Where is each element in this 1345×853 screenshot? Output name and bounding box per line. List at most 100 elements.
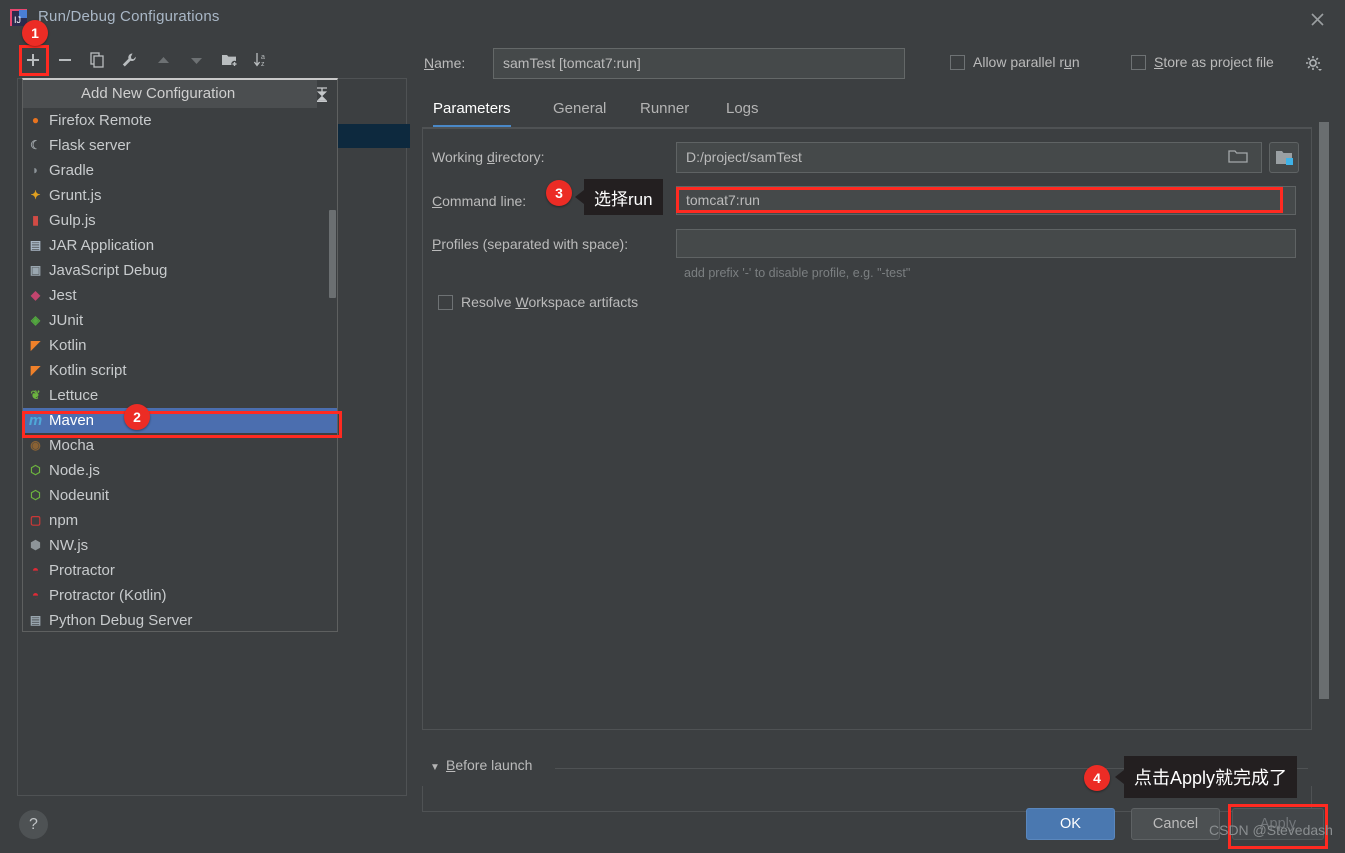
svg-text:IJ: IJ xyxy=(14,15,21,25)
folder-add-icon[interactable] xyxy=(214,45,244,75)
config-type-item[interactable]: ▮ Gulp.js xyxy=(23,208,337,233)
content-scrollbar-thumb[interactable] xyxy=(1319,122,1329,699)
lettuce-icon: ❦ xyxy=(30,388,41,402)
store-as-project-file-checkbox[interactable]: Store as project file xyxy=(1131,54,1274,70)
config-type-item[interactable]: ⬡ Nodeunit xyxy=(23,483,337,508)
resolve-workspace-artifacts-label: Resolve Workspace artifacts xyxy=(461,294,639,310)
jest-icon: ◆ xyxy=(30,288,41,302)
config-type-label: Mocha xyxy=(49,437,95,454)
popup-title: Add New Configuration xyxy=(81,85,236,102)
flask-icon: ☾ xyxy=(30,138,41,152)
settings-tabs: Parameters General Runner Logs xyxy=(422,96,1312,128)
add-configuration-button[interactable] xyxy=(18,45,48,75)
config-type-label: JavaScript Debug xyxy=(49,262,168,279)
protractor-kotlin-icon: ◓ xyxy=(31,588,40,602)
config-type-label: Protractor xyxy=(49,562,115,579)
maven-icon: m xyxy=(28,412,43,429)
dialog-title-bar: IJ Run/Debug Configurations xyxy=(0,0,1345,36)
mocha-icon: ◉ xyxy=(30,438,41,452)
config-type-item[interactable]: ▢ npm xyxy=(23,508,337,533)
kotlin-icon: ◤ xyxy=(30,338,41,352)
config-type-item[interactable]: ◉ Mocha xyxy=(23,433,337,458)
config-type-item[interactable]: ◤ Kotlin script xyxy=(23,358,337,383)
move-down-button[interactable] xyxy=(181,45,211,75)
python-debug-server-icon: ▤ xyxy=(29,613,42,627)
chevron-down-icon[interactable]: ▼ xyxy=(430,762,440,773)
allow-parallel-run-checkbox[interactable]: Allow parallel run xyxy=(950,54,1080,70)
config-type-item[interactable]: ⬢ NW.js xyxy=(23,533,337,558)
tab-runner[interactable]: Runner xyxy=(640,96,689,126)
cancel-button[interactable]: Cancel xyxy=(1131,808,1220,840)
annotation-number-1: 1 xyxy=(22,20,48,46)
ok-button[interactable]: OK xyxy=(1026,808,1115,840)
config-type-item[interactable]: ⬡ Node.js xyxy=(23,458,337,483)
config-type-item[interactable]: ◓ Protractor xyxy=(23,558,337,583)
annotation-number-3: 3 xyxy=(546,180,572,206)
before-launch-label: Before launch xyxy=(446,757,533,773)
checkbox-box xyxy=(1131,54,1146,70)
copy-configuration-button[interactable] xyxy=(82,45,112,75)
svg-text:z: z xyxy=(261,61,265,68)
config-type-label: Python Debug Server xyxy=(49,612,193,629)
config-type-item[interactable]: ◓ Protractor (Kotlin) xyxy=(23,583,337,608)
config-type-item[interactable]: ◆ Jest xyxy=(23,283,337,308)
sort-az-icon[interactable]: a z xyxy=(246,45,276,75)
module-folder-icon[interactable] xyxy=(1269,142,1299,173)
popup-header: Add New Configuration xyxy=(23,80,317,108)
npm-icon: ▢ xyxy=(29,513,42,527)
firefox-icon: ● xyxy=(31,113,40,127)
jar-icon: ▤ xyxy=(29,238,42,252)
config-type-item[interactable]: ◗ Gradle xyxy=(23,158,337,183)
junit-icon: ◈ xyxy=(30,313,41,327)
config-type-item[interactable]: ☾ Flask server xyxy=(23,133,337,158)
popup-scrollbar[interactable] xyxy=(328,108,337,631)
config-type-label: Kotlin xyxy=(49,337,87,354)
popup-scrollbar-thumb[interactable] xyxy=(329,210,336,298)
folder-icon[interactable] xyxy=(1228,148,1254,168)
remove-configuration-button[interactable] xyxy=(50,45,80,75)
tab-logs[interactable]: Logs xyxy=(726,96,759,126)
command-line-input[interactable]: tomcat7:run xyxy=(676,186,1296,215)
gradle-icon: ◗ xyxy=(31,163,40,177)
config-type-item[interactable]: ◤ Kotlin xyxy=(23,333,337,358)
config-type-item[interactable]: ✦ Grunt.js xyxy=(23,183,337,208)
add-new-configuration-popup: Add New Configuration ● Firefox Remote ☾ Fl… xyxy=(22,78,338,632)
config-type-item[interactable]: ❦ Lettuce xyxy=(23,383,337,408)
working-directory-label: Working directory: xyxy=(432,149,545,165)
move-up-button[interactable] xyxy=(148,45,178,75)
allow-parallel-run-label: Allow parallel run xyxy=(973,54,1080,70)
tree-selection-highlight xyxy=(337,124,410,148)
config-type-label: Protractor (Kotlin) xyxy=(49,587,167,604)
config-type-item[interactable]: ● Firefox Remote xyxy=(23,108,337,133)
wrench-icon[interactable] xyxy=(114,45,144,75)
annotation-callout-4: 点击Apply就完成了 xyxy=(1114,756,1298,798)
config-type-item[interactable]: ▤ JAR Application xyxy=(23,233,337,258)
gulp-icon: ▮ xyxy=(32,213,39,227)
tab-parameters[interactable]: Parameters xyxy=(433,96,511,128)
config-type-label: Nodeunit xyxy=(49,487,110,504)
help-button[interactable]: ? xyxy=(19,810,48,839)
checkbox-box xyxy=(438,294,453,310)
profiles-hint: add prefix '-' to disable profile, e.g. … xyxy=(684,266,911,280)
name-input[interactable]: samTest [tomcat7:run] xyxy=(493,48,905,79)
close-icon[interactable] xyxy=(1303,6,1331,32)
resolve-workspace-artifacts-checkbox[interactable]: Resolve Workspace artifacts xyxy=(438,294,638,310)
config-type-item[interactable]: ◈ JUnit xyxy=(23,308,337,333)
config-type-item[interactable]: ▣ JavaScript Debug xyxy=(23,258,337,283)
tab-general[interactable]: General xyxy=(553,96,606,126)
config-type-item[interactable]: m Maven xyxy=(23,408,337,433)
protractor-icon: ◓ xyxy=(31,563,40,577)
page-title: Run/Debug Configurations xyxy=(38,8,220,25)
config-type-label: NW.js xyxy=(49,537,89,554)
pin-icon[interactable] xyxy=(313,84,333,104)
store-as-project-file-label: Store as project file xyxy=(1154,54,1274,70)
nwjs-icon: ⬢ xyxy=(30,538,41,552)
profiles-input[interactable] xyxy=(676,229,1296,258)
config-type-label: Grunt.js xyxy=(49,187,102,204)
svg-text:a: a xyxy=(261,54,265,61)
working-directory-input[interactable]: D:/project/samTest xyxy=(676,142,1262,173)
config-type-item[interactable]: ▤ Python Debug Server xyxy=(23,608,337,631)
config-type-label: JAR Application xyxy=(49,237,155,254)
configuration-type-list[interactable]: ● Firefox Remote ☾ Flask server ◗ Gradle ✦ Grun… xyxy=(23,108,337,631)
gear-icon[interactable] xyxy=(1305,55,1323,73)
